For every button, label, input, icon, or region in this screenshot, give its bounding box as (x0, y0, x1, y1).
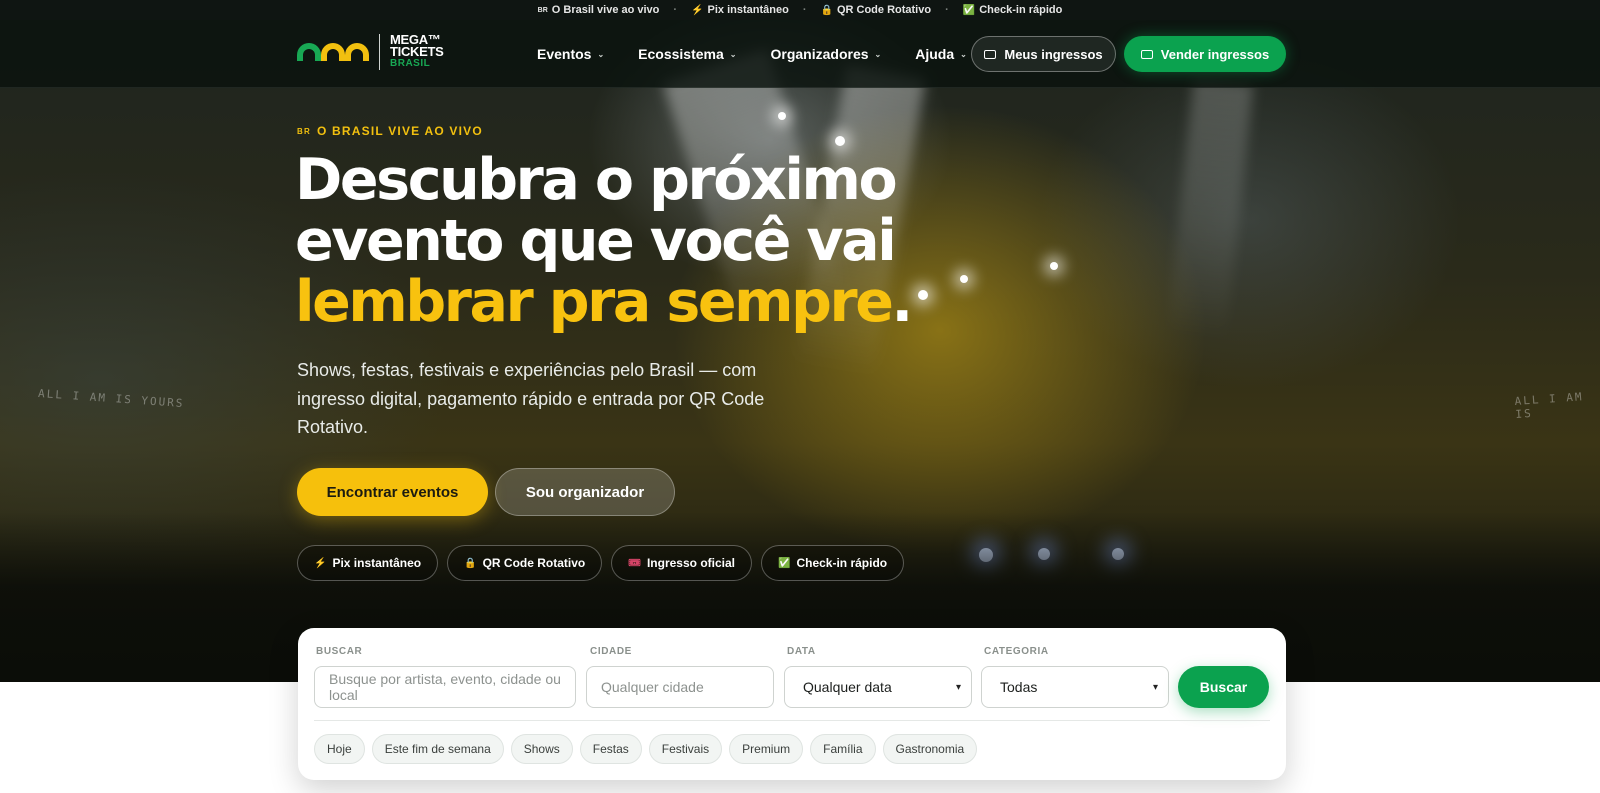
chevron-down-icon: ⌄ (597, 49, 605, 59)
main-navbar: MEGA™ TICKETS BRASIL Eventos ⌄ Ecossistem… (0, 20, 1600, 88)
lightning-icon: ⚡ (691, 4, 704, 16)
quick-filter-tags: Hoje Este fim de semana Shows Festas Fes… (314, 734, 978, 764)
nav-label: Ajuda (915, 46, 955, 62)
hero-headline: Descubra o próximo evento que você vai l… (295, 150, 995, 333)
quick-filter-tag[interactable]: Shows (510, 734, 573, 764)
logo-divider (379, 34, 380, 70)
button-label: Vender ingressos (1160, 46, 1270, 62)
logo-arches-icon (297, 43, 369, 61)
date-select-value: Qualquer data (803, 679, 892, 695)
announcement-label: Check-in rápido (979, 4, 1063, 16)
find-events-button[interactable]: Encontrar eventos (297, 468, 488, 516)
category-select-value: Todas (1000, 679, 1038, 695)
announcement-bar: BR O Brasil vive ao vivo · ⚡ Pix instantân… (0, 0, 1600, 20)
stage-light (1050, 262, 1058, 270)
quick-filter-tag[interactable]: Gastronomia (882, 734, 978, 764)
my-tickets-button[interactable]: Meus ingressos (971, 36, 1116, 72)
feature-chips: ⚡ Pix instantâneo 🔒 QR Code Rotativo 🎟 Ingr… (297, 545, 905, 581)
chip-label: Ingresso oficial (646, 556, 735, 570)
announcement-item: 🔒 QR Code Rotativo (821, 4, 932, 16)
chevron-down-icon: ⌄ (874, 49, 882, 59)
announcement-label: QR Code Rotativo (836, 4, 932, 16)
nav-item-ecossistema[interactable]: Ecossistema ⌄ (638, 46, 736, 62)
nav-label: Organizadores (770, 46, 869, 62)
br-flag-icon: BR (537, 6, 548, 14)
nav-item-eventos[interactable]: Eventos ⌄ (537, 46, 604, 62)
date-select[interactable]: Qualquer data ▾ (784, 666, 972, 708)
quick-filter-tag[interactable]: Este fim de semana (371, 734, 504, 764)
stage-light (778, 112, 786, 120)
headline-highlight: lembrar pra sempre (295, 269, 894, 335)
stage-light-beam (1166, 77, 1254, 343)
sell-tickets-button[interactable]: Vender ingressos (1124, 36, 1286, 72)
hero-eyebrow: BR O BRASIL VIVE AO VIVO (297, 124, 483, 138)
chevron-down-icon: ▾ (1152, 681, 1158, 693)
chevron-down-icon: ⌄ (729, 49, 737, 59)
br-flag-icon: BR (297, 126, 311, 136)
nav-label: Ecossistema (638, 46, 724, 62)
eyebrow-label: O BRASIL VIVE AO VIVO (316, 124, 483, 138)
ticket-icon (984, 49, 997, 59)
lightning-icon: ⚡ (314, 557, 327, 569)
separator: · (673, 4, 678, 16)
search-label: BUSCAR (316, 646, 363, 657)
check-icon: ✅ (962, 4, 976, 16)
announcement-label: Pix instantâneo (707, 4, 789, 16)
headline-line: evento que você vai (295, 208, 897, 274)
hero-subtext: Shows, festas, festivais e experiências … (297, 360, 765, 437)
logo-wordmark: MEGA™ TICKETS BRASIL (390, 33, 444, 70)
stage-light (835, 136, 845, 146)
category-select[interactable]: Todas ▾ (981, 666, 1169, 708)
search-panel: BUSCAR Busque por artista, evento, cidad… (298, 628, 1286, 780)
arch-shape (345, 43, 369, 61)
announcement-label: O Brasil vive ao vivo (551, 4, 660, 16)
lock-icon: 🔒 (820, 4, 833, 16)
chip-label: Check-in rápido (796, 556, 888, 570)
stage-screen-text: ALL I AM IS YOURS (37, 386, 185, 411)
quick-filter-tag[interactable]: Festas (579, 734, 642, 764)
search-button[interactable]: Buscar (1178, 666, 1269, 708)
nav-menu: Eventos ⌄ Ecossistema ⌄ Organizadores ⌄ Aju… (537, 20, 967, 88)
quick-filter-tag[interactable]: Festivais (648, 734, 723, 764)
ticket-icon (1140, 49, 1153, 59)
stage-screen-text: ALL I AM IS (1514, 390, 1584, 421)
announcement-item: ⚡ Pix instantâneo (691, 4, 789, 16)
separator: · (802, 4, 807, 16)
arch-shape (297, 43, 321, 61)
nav-label: Eventos (537, 46, 592, 62)
organizer-button[interactable]: Sou organizador (495, 468, 675, 516)
lock-icon: 🔒 (464, 557, 477, 569)
headline-line: Descubra o próximo (295, 147, 898, 213)
chevron-down-icon: ⌄ (960, 49, 967, 59)
divider (314, 720, 1270, 721)
headline-period: . (891, 269, 914, 335)
button-label: Meus ingressos (1004, 46, 1103, 62)
feature-chip: 🎟 Ingresso oficial (611, 545, 752, 581)
chevron-down-icon: ▾ (955, 681, 961, 693)
announcement-item: ✅ Check-in rápido (963, 4, 1063, 16)
logo-line: TICKETS (390, 44, 444, 59)
quick-filter-tag[interactable]: Premium (729, 734, 804, 764)
logo-line: BRASIL (390, 58, 431, 69)
nav-item-organizadores[interactable]: Organizadores ⌄ (770, 46, 881, 62)
quick-filter-tag[interactable]: Hoje (314, 734, 365, 764)
separator: · (945, 4, 949, 16)
brand-logo[interactable]: MEGA™ TICKETS BRASIL (297, 33, 444, 70)
feature-chip: ✅ Check-in rápido (761, 545, 905, 581)
announcement-item: BR O Brasil vive ao vivo (538, 4, 660, 16)
category-label: CATEGORIA (984, 646, 1049, 657)
ticket-icon: 🎟 (628, 557, 641, 569)
arch-shape (321, 43, 345, 61)
chip-label: QR Code Rotativo (482, 556, 586, 570)
quick-filter-tag[interactable]: Família (810, 734, 876, 764)
chip-label: Pix instantâneo (332, 556, 422, 570)
city-input[interactable]: Qualquer cidade (586, 666, 774, 708)
search-input[interactable]: Busque por artista, evento, cidade ou lo… (314, 666, 576, 708)
date-label: DATA (787, 646, 816, 657)
city-label: CIDADE (590, 646, 632, 657)
feature-chip: ⚡ Pix instantâneo (297, 545, 439, 581)
nav-item-ajuda[interactable]: Ajuda ⌄ (915, 46, 967, 62)
check-icon: ✅ (778, 557, 791, 569)
feature-chip: 🔒 QR Code Rotativo (447, 545, 603, 581)
